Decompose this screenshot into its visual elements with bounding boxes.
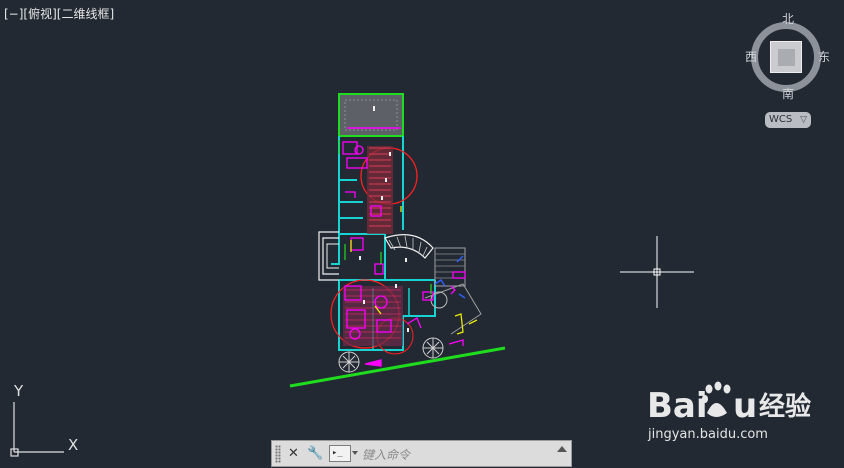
- viewcube-top-face[interactable]: [770, 41, 802, 73]
- baidu-logo-icon: Bai u 经验: [647, 381, 811, 425]
- floor-plan-drawing: [289, 93, 506, 388]
- chevron-down-icon: ▽: [800, 115, 807, 125]
- crosshair-cursor: [620, 236, 694, 308]
- ucs-x-label: X: [68, 436, 79, 454]
- wrench-icon[interactable]: 🔧: [306, 444, 325, 463]
- compass-east[interactable]: 东: [818, 48, 830, 65]
- viewport-controls: [−][俯视][二维线框]: [4, 5, 114, 22]
- drag-handle-icon[interactable]: [275, 445, 281, 463]
- viewcube-face-mark: [778, 49, 795, 66]
- wcs-menu-button[interactable]: WCS ▽: [765, 112, 811, 128]
- command-input[interactable]: [360, 444, 560, 465]
- compass-north[interactable]: 北: [782, 10, 794, 27]
- compass-west[interactable]: 西: [745, 48, 757, 65]
- visual-style-control[interactable]: [二维线框]: [57, 7, 114, 21]
- ucs-y-label: Y: [14, 382, 24, 400]
- baidu-watermark: Bai u 经验 jingyan.baidu.com: [645, 375, 840, 450]
- wcs-label: WCS: [769, 114, 793, 125]
- watermark-url: jingyan.baidu.com: [648, 427, 768, 442]
- viewport-menu-control[interactable]: [−]: [4, 7, 23, 21]
- command-prompt-icon[interactable]: ▸_: [329, 445, 351, 462]
- ucs-icon: Y X: [8, 382, 88, 460]
- command-line: ✕ 🔧 ▸_: [271, 440, 572, 467]
- svg-text:经验: 经验: [759, 391, 811, 422]
- viewcube[interactable]: 北 南 东 西: [740, 8, 836, 112]
- chevron-up-icon[interactable]: [557, 446, 567, 452]
- svg-text:u: u: [733, 386, 757, 425]
- svg-text:Bai: Bai: [647, 386, 708, 425]
- close-icon[interactable]: ✕: [284, 444, 303, 463]
- chevron-down-icon[interactable]: [352, 451, 358, 455]
- compass-south[interactable]: 南: [782, 85, 794, 102]
- view-orientation-control[interactable]: [俯视]: [23, 7, 56, 21]
